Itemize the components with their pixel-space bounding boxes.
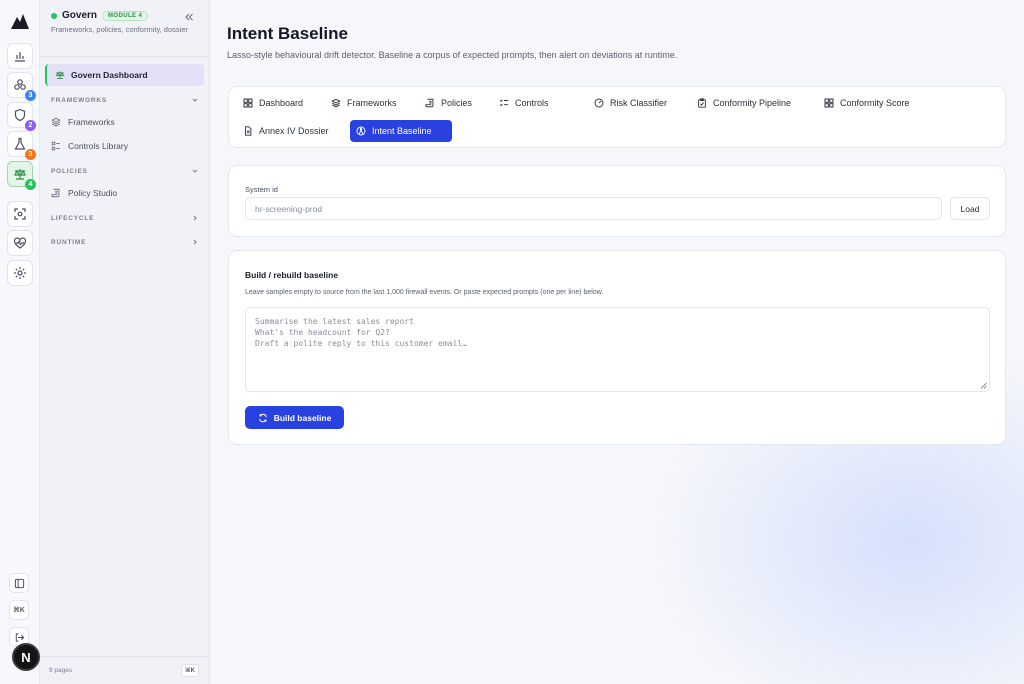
sidebar: Govern MODULE 4 Frameworks, policies, co…: [40, 0, 210, 684]
samples-placeholder: Summarise the latest sales report What's…: [255, 317, 467, 348]
count-badge: 2: [25, 120, 36, 131]
chevron-down-icon: [192, 98, 198, 102]
count-badge: 4: [25, 179, 36, 190]
chevron-down-icon: [192, 169, 198, 173]
sidebar-header: Govern MODULE 4 Frameworks, policies, co…: [51, 10, 201, 35]
button-label: Build baseline: [273, 412, 332, 423]
main-content: Intent Baseline Lasso-style behavioural …: [210, 0, 1024, 684]
sidebar-subtitle: Frameworks, policies, conformity, dossie…: [51, 25, 188, 34]
layers-icon: [331, 98, 341, 108]
sidebar-item-frameworks[interactable]: Frameworks: [51, 117, 201, 127]
build-description: Leave samples empty to source from the l…: [245, 289, 604, 296]
tab-conformity-score[interactable]: Conformity Score: [818, 92, 916, 114]
sidebar-item-govern-dashboard[interactable]: Govern Dashboard: [45, 64, 204, 86]
scale-icon[interactable]: 4: [7, 161, 36, 190]
page-title: Intent Baseline: [227, 24, 348, 43]
logo-icon: [11, 14, 29, 29]
scan-icon[interactable]: [7, 201, 33, 227]
sidebar-title: Govern: [62, 10, 98, 21]
count-badge: 3: [25, 90, 36, 101]
tab-label: Conformity Pipeline: [713, 98, 792, 108]
tab-dashboard[interactable]: Dashboard: [237, 92, 309, 114]
module-badge: MODULE 4: [102, 10, 149, 21]
dashboard-icon: [824, 98, 834, 108]
tab-label: Conformity Score: [840, 98, 910, 108]
build-baseline-button[interactable]: Build baseline: [245, 406, 344, 429]
checklist-icon: [499, 99, 509, 107]
clipboard-icon: [698, 98, 706, 108]
page-count: 9 pages: [49, 667, 73, 674]
tab-conformity-pipeline[interactable]: Conformity Pipeline: [691, 92, 797, 114]
build-baseline-card: Build / rebuild baseline Leave samples e…: [228, 250, 1006, 445]
layers-icon: [51, 117, 61, 127]
tab-annex-iv-dossier[interactable]: Annex IV Dossier: [237, 120, 335, 142]
dashboard-icon: [243, 98, 253, 108]
sidebar-item-label: Frameworks: [68, 117, 115, 127]
avatar[interactable]: N: [12, 643, 40, 671]
sidebar-item-label: Govern Dashboard: [71, 70, 148, 80]
count-badge: 3: [25, 149, 36, 160]
heart-pulse-icon[interactable]: [7, 230, 33, 256]
tab-label: Controls: [515, 98, 549, 108]
tab-label: Dashboard: [259, 98, 304, 108]
load-button[interactable]: Load: [950, 197, 990, 220]
compass-icon: [356, 126, 366, 136]
tab-label: Risk Classifier: [610, 98, 668, 108]
divider: [40, 56, 210, 57]
tab-label: Annex IV Dossier: [259, 126, 329, 136]
scale-icon: [55, 71, 65, 79]
search-shortcut[interactable]: ⌘K: [181, 664, 199, 677]
command-shortcut[interactable]: ⌘K: [9, 600, 29, 620]
tab-policies[interactable]: Policies: [419, 92, 478, 114]
collapse-icon[interactable]: [183, 11, 195, 23]
sidebar-item-controls-library[interactable]: Controls Library: [51, 141, 201, 151]
section-label: RUNTIME: [51, 238, 87, 246]
section-lifecycle[interactable]: LIFECYCLE: [51, 214, 199, 222]
tab-controls[interactable]: Controls: [493, 92, 555, 114]
system-id-label: System id: [245, 185, 278, 194]
system-id-card: System id hr-screening-prod Load: [228, 165, 1006, 237]
tab-risk-classifier[interactable]: Risk Classifier: [588, 92, 673, 114]
refresh-icon: [258, 413, 267, 422]
scroll-icon: [51, 188, 60, 198]
gauge-icon: [594, 98, 604, 108]
scroll-icon: [425, 98, 434, 108]
section-frameworks[interactable]: FRAMEWORKS: [51, 96, 199, 104]
tab-label: Intent Baseline: [372, 126, 432, 136]
section-policies[interactable]: POLICIES: [51, 167, 199, 175]
modules-icon[interactable]: 3: [7, 72, 36, 101]
page-subtitle: Lasso-style behavioural drift detector. …: [227, 50, 678, 60]
document-icon: [245, 126, 252, 136]
status-dot: [51, 12, 57, 19]
section-label: LIFECYCLE: [51, 214, 95, 222]
list-icon: [51, 141, 60, 151]
sidebar-item-policy-studio[interactable]: Policy Studio: [51, 188, 201, 198]
panel-icon[interactable]: [9, 573, 29, 593]
samples-textarea[interactable]: Summarise the latest sales report What's…: [245, 307, 990, 392]
tab-label: Policies: [441, 98, 473, 108]
analytics-icon[interactable]: [7, 43, 33, 69]
tab-intent-baseline[interactable]: Intent Baseline: [350, 120, 452, 142]
flask-icon[interactable]: 3: [7, 131, 36, 160]
tab-bar: Dashboard Frameworks Policies Controls R…: [228, 86, 1006, 148]
settings-icon[interactable]: [7, 260, 33, 286]
tab-frameworks[interactable]: Frameworks: [325, 92, 403, 114]
system-id-input[interactable]: hr-screening-prod: [245, 197, 942, 220]
section-label: FRAMEWORKS: [51, 96, 108, 104]
sidebar-item-label: Controls Library: [68, 141, 128, 151]
tab-label: Frameworks: [347, 98, 397, 108]
divider: [40, 656, 210, 657]
icon-rail: 3 2 3 4 ⌘K N: [0, 0, 40, 684]
section-runtime[interactable]: RUNTIME: [51, 238, 199, 246]
chevron-right-icon: [193, 239, 197, 245]
shield-icon[interactable]: 2: [7, 102, 36, 131]
sidebar-item-label: Policy Studio: [68, 188, 118, 198]
section-label: POLICIES: [51, 167, 88, 175]
chevron-right-icon: [193, 215, 197, 221]
build-title: Build / rebuild baseline: [245, 270, 339, 280]
resize-handle-icon[interactable]: [980, 382, 987, 389]
